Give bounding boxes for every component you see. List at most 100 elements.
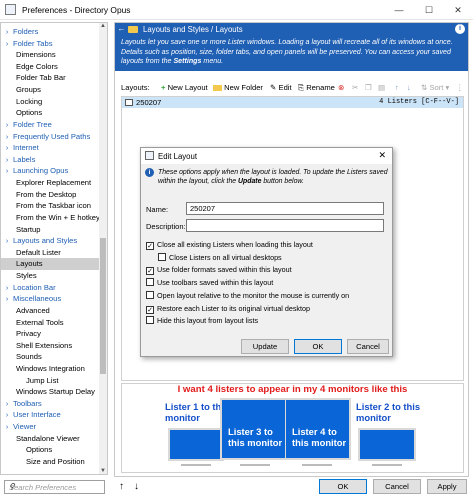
checked-box-icon[interactable]: ✓	[146, 267, 154, 276]
sidebar-scrollbar[interactable]: ▲ ▼	[99, 23, 107, 474]
sidebar-item[interactable]: Startup	[1, 224, 101, 236]
sidebar-item[interactable]: Layouts	[1, 258, 101, 270]
cancel-button[interactable]: Cancel	[347, 339, 389, 354]
sidebar-category[interactable]: › User Interface	[1, 409, 101, 421]
info-icon[interactable]: i	[455, 24, 465, 34]
option-checkbox[interactable]: Hide this layout from layout lists	[146, 316, 258, 325]
sidebar-item[interactable]: Explorer Replacement	[1, 177, 101, 189]
sidebar-category[interactable]: › Viewer	[1, 421, 101, 433]
option-checkbox[interactable]: Close Listers on all virtual desktops	[158, 252, 282, 262]
sidebar-item[interactable]: Options	[1, 107, 101, 119]
update-button[interactable]: Update	[241, 339, 289, 354]
sidebar-item-label: From the Taskbar icon	[16, 201, 91, 211]
sidebar-category[interactable]: › Labels	[1, 154, 101, 166]
sidebar-item[interactable]: From the Desktop	[1, 189, 101, 201]
checked-box-icon[interactable]: ✓	[146, 242, 154, 250]
unchecked-box-icon[interactable]	[146, 290, 154, 299]
sidebar-category[interactable]: › Folders	[1, 26, 101, 38]
sidebar-item-label: Startup	[16, 224, 41, 234]
paste-icon[interactable]: ▤	[378, 83, 385, 92]
sidebar-item[interactable]: Windows Integration	[1, 363, 101, 375]
monitor-stand	[302, 464, 332, 466]
sidebar-item[interactable]: Sounds	[1, 351, 101, 363]
option-checkbox[interactable]: Use toolbars saved within this layout	[146, 278, 273, 287]
scroll-down-icon[interactable]: ▼	[99, 468, 107, 474]
checked-box-icon[interactable]: ✓	[146, 305, 154, 314]
apply-button[interactable]: Apply	[427, 479, 467, 494]
description-field[interactable]	[186, 219, 384, 232]
option-checkbox[interactable]: Open layout relative to the monitor the …	[146, 290, 349, 300]
plus-icon: +	[161, 83, 166, 92]
sidebar-item-label: Miscellaneous	[13, 294, 62, 304]
sidebar-item-label: Sounds	[16, 352, 42, 362]
sidebar-item[interactable]: Options	[1, 444, 101, 456]
move-down-icon[interactable]: ↓	[407, 83, 411, 92]
new-folder-button[interactable]: New Folder	[213, 83, 263, 92]
maximize-button[interactable]: ☐	[414, 0, 444, 20]
search-icon[interactable]: ⚲	[9, 482, 101, 491]
sidebar-category[interactable]: › Layouts and Styles	[1, 235, 101, 247]
close-window-button[interactable]: ✕	[443, 0, 473, 20]
sidebar-item[interactable]: Default Lister	[1, 247, 101, 259]
option-checkbox[interactable]: ✓ Restore each Lister to its original vir…	[146, 304, 310, 314]
unchecked-box-icon[interactable]	[146, 316, 154, 325]
unchecked-box-icon[interactable]	[146, 278, 154, 287]
sidebar-item[interactable]: Jump List	[1, 375, 101, 387]
layout-icon	[125, 99, 133, 106]
sidebar-item[interactable]: From the Win + E hotkey	[1, 212, 101, 224]
option-label: Hide this layout from layout lists	[157, 316, 259, 326]
sidebar-category[interactable]: › Location Bar	[1, 282, 101, 294]
list-item[interactable]: 250207 4 Listers [C-F--V-]	[122, 97, 463, 108]
sidebar-item[interactable]: Standalone Viewer	[1, 433, 101, 445]
copy-icon[interactable]: ❐	[365, 83, 372, 92]
sidebar-category[interactable]: › Internet	[1, 142, 101, 154]
sidebar-item[interactable]: Groups	[1, 84, 101, 96]
rename-button[interactable]: ⎘ Rename	[298, 83, 335, 93]
sidebar-item[interactable]: Locking	[1, 96, 101, 108]
sidebar-item[interactable]: From the Taskbar icon	[1, 200, 101, 212]
sidebar-category[interactable]: › Frequently Used Paths	[1, 131, 101, 143]
sidebar-item-label: Folder Tabs	[13, 38, 53, 48]
sidebar-item[interactable]: Shell Extensions	[1, 340, 101, 352]
more-icon[interactable]: ⋮	[456, 83, 464, 92]
sidebar-item[interactable]: Privacy	[1, 328, 101, 340]
search-preferences-input[interactable]: Search Preferences ⚲	[4, 480, 105, 494]
layout-preview: I want 4 listers to appear in my 4 monit…	[121, 383, 464, 473]
sidebar-item[interactable]: Dimensions	[1, 49, 101, 61]
new-layout-button[interactable]: + New Layout	[161, 83, 208, 92]
minimize-button[interactable]: —	[384, 0, 414, 20]
sidebar-item-label: Labels	[13, 154, 36, 164]
move-up-icon[interactable]: ↑	[395, 83, 399, 92]
scrollbar-thumb[interactable]	[100, 238, 106, 374]
sidebar-item[interactable]: Windows Startup Delay	[1, 386, 101, 398]
sidebar-category[interactable]: › Folder Tree	[1, 119, 101, 131]
dialog-close-button[interactable]: ✕	[378, 150, 386, 161]
sidebar-item[interactable]: Advanced	[1, 305, 101, 317]
cut-icon[interactable]: ✂	[352, 83, 358, 92]
footer-cancel-button[interactable]: Cancel	[373, 479, 421, 494]
ok-button[interactable]: OK	[294, 339, 342, 354]
option-checkbox[interactable]: ✓ Close all existing Listers when loading…	[146, 240, 313, 250]
sidebar-item[interactable]: Styles	[1, 270, 101, 282]
sidebar-category[interactable]: › Folder Tabs	[1, 38, 101, 50]
footer-ok-button[interactable]: OK	[319, 479, 367, 494]
sort-button[interactable]: ⇅ Sort ▾	[421, 83, 449, 92]
sidebar-item[interactable]: Size and Position	[1, 456, 101, 468]
scroll-up-icon[interactable]: ▲	[99, 23, 107, 29]
move-down-arrow[interactable]: ↓	[134, 481, 139, 492]
sidebar-category[interactable]: › Toolbars	[1, 398, 101, 410]
back-arrow-icon[interactable]: ←	[117, 24, 126, 34]
delete-icon[interactable]: ⊗	[338, 83, 344, 92]
info-icon: i	[145, 168, 154, 177]
sidebar-item[interactable]: External Tools	[1, 317, 101, 329]
option-checkbox[interactable]: ✓ Use folder formats saved within this la…	[146, 265, 292, 276]
sidebar-item[interactable]: Folder Tab Bar	[1, 72, 101, 84]
move-up-arrow[interactable]: ↑	[119, 481, 124, 492]
sidebar-category[interactable]: › Launching Opus	[1, 165, 101, 177]
sidebar-item[interactable]: Edge Colors	[1, 61, 101, 73]
edit-button[interactable]: ✎ Edit	[270, 83, 292, 92]
name-field[interactable]: 250207	[186, 202, 384, 215]
unchecked-box-icon[interactable]	[158, 252, 166, 261]
sidebar-category[interactable]: › Miscellaneous	[1, 293, 101, 305]
sidebar-item-label: Location Bar	[13, 282, 56, 292]
